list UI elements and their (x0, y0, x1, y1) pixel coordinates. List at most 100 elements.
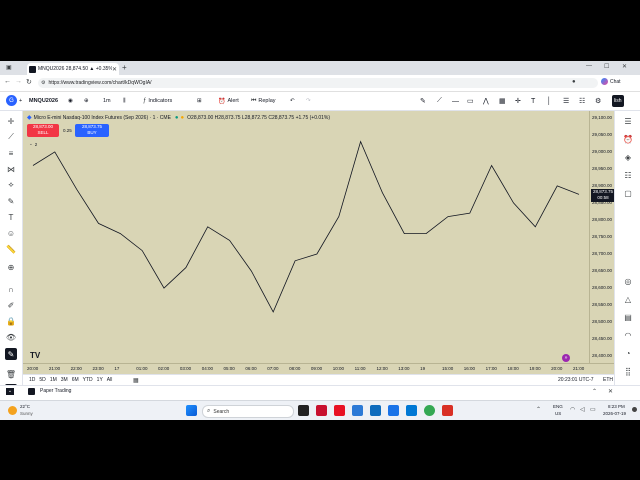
broadcast-icon[interactable]: ◠ (622, 329, 634, 341)
pattern-icon[interactable]: ⋈ (5, 163, 17, 175)
close-window-icon[interactable]: ✕ (622, 63, 627, 70)
settings-icon[interactable]: ⚙ (595, 95, 601, 107)
new-tab-icon[interactable]: + (122, 63, 127, 72)
hide-icon[interactable]: 👁 (5, 331, 17, 343)
mcafee-icon[interactable] (316, 405, 327, 416)
taskbar-search[interactable]: ⌕ Search (202, 405, 294, 418)
lang-indicator[interactable]: ENG (553, 404, 563, 409)
reload-icon[interactable]: ↻ (26, 78, 32, 86)
lock-icon[interactable]: 🔒 (5, 315, 17, 327)
range-button-all[interactable]: All (107, 377, 113, 383)
horizontal-line-icon[interactable]: — (452, 95, 459, 107)
tradingview-logo[interactable]: TV (30, 351, 40, 360)
rectangle-tool-icon[interactable]: ▭ (467, 95, 474, 107)
layouts-icon[interactable]: ⊞ (197, 95, 202, 107)
file-explorer-icon[interactable] (370, 405, 381, 416)
store-icon[interactable] (406, 405, 417, 416)
crosshair-icon[interactable]: ✛ (515, 95, 521, 107)
projection-icon[interactable]: ⟡ (5, 179, 17, 191)
go-to-date-icon[interactable]: ▦ (133, 377, 139, 384)
redo-icon[interactable]: ↷ (306, 95, 311, 107)
price-axis[interactable]: 29,100.00 29,050.00 29,000.00 28,950.00 28,9… (589, 111, 615, 363)
fib-retracement-icon[interactable]: ≡ (5, 147, 17, 159)
interval-button[interactable]: 1m (103, 95, 111, 107)
maximize-icon[interactable]: ☐ (604, 63, 609, 70)
profile-avatar-icon[interactable]: ● (572, 79, 576, 85)
range-button-1m[interactable]: 1M (50, 377, 57, 383)
back-icon[interactable]: ← (4, 78, 11, 85)
range-button-6m[interactable]: 6M (72, 377, 79, 383)
range-button-3m[interactable]: 3M (61, 377, 68, 383)
pattern-tool-icon[interactable]: ⋀ (483, 95, 489, 107)
edge-icon[interactable] (352, 405, 363, 416)
zoom-in-icon[interactable]: ⊕ (5, 261, 17, 273)
fib-grid-icon[interactable]: ▦ (499, 95, 506, 107)
range-button-1y[interactable]: 1Y (97, 377, 103, 383)
sell-button[interactable]: 28,873.00 SELL (27, 124, 59, 137)
buy-button[interactable]: 28,873.75 BUY (75, 124, 109, 137)
site-info-icon[interactable]: ⚙ (41, 80, 45, 86)
text-tool-icon[interactable]: T (531, 95, 535, 107)
trend-line-icon[interactable]: ⟋ (5, 131, 17, 143)
streams-icon[interactable]: △ (622, 293, 634, 305)
ruler-icon[interactable]: 📏 (5, 243, 17, 255)
add-compare-icon[interactable]: ⊕ (84, 95, 89, 107)
forward-icon[interactable]: → (15, 78, 22, 85)
wifi-icon[interactable]: ◠ (570, 406, 575, 413)
taskbar-time[interactable]: 8:23 PM (608, 404, 625, 409)
close-panel-icon[interactable]: ✕ (608, 388, 613, 395)
indicators-toggle[interactable]: ⌄ 2 (29, 141, 37, 147)
symbol-search-button[interactable]: MNQU2026 (29, 95, 58, 107)
brush-icon[interactable]: ✎ (5, 195, 17, 207)
outlook-icon[interactable] (388, 405, 399, 416)
minimize-icon[interactable]: — (586, 63, 592, 69)
browser-tab[interactable]: MNQU2026 28,874.50 ▲ +0.35% ... ✕ (27, 63, 119, 75)
app-icon[interactable] (442, 405, 453, 416)
text-icon[interactable]: T (5, 211, 17, 223)
time-axis[interactable]: 20:00 21:00 22:00 23:00 17 01:00 02:00 03:00 04:… (23, 363, 614, 374)
address-bar[interactable]: ⚙ https://www.tradingview.com/chart/kDqW… (38, 78, 598, 88)
compare-icon[interactable]: ◉ (68, 95, 73, 107)
chart-type-icon[interactable]: ⫼ (123, 95, 126, 107)
start-icon[interactable] (186, 405, 197, 416)
add-symbol-icon[interactable]: + (19, 95, 22, 107)
chart-pane[interactable]: ◆ Micro E-mini Nasdaq-100 Index Futures … (23, 111, 589, 363)
go-to-realtime-icon[interactable]: » (562, 354, 570, 362)
task-view-icon[interactable] (298, 405, 309, 416)
undo-icon[interactable]: ↶ (290, 95, 295, 107)
panel-collapse-icon[interactable]: ⌄ (6, 388, 14, 395)
weather-icon[interactable] (8, 406, 17, 415)
copilot-chat-button[interactable]: Chat (601, 78, 621, 85)
hotlists-icon[interactable]: ☷ (622, 169, 634, 181)
tab-actions-icon[interactable]: ▣ (6, 64, 12, 71)
paper-trading-label[interactable]: Paper Trading (40, 388, 71, 394)
range-button-1d[interactable]: 1D (29, 377, 35, 383)
chat-icon[interactable]: ▢ (622, 187, 634, 199)
chrome-icon[interactable] (424, 405, 435, 416)
app-red-icon[interactable] (334, 405, 345, 416)
calendar-icon[interactable]: ▤ (622, 311, 634, 323)
notifications-icon[interactable]: ◔ (622, 347, 634, 359)
indicators-button[interactable]: ƒ Indicators (143, 95, 172, 107)
help-icon[interactable]: ⣿ (622, 365, 634, 377)
short-position-icon[interactable]: ☷ (579, 95, 585, 107)
maximize-panel-icon[interactable]: ⌃ (592, 388, 597, 395)
range-button-5d[interactable]: 5D (39, 377, 45, 383)
alerts-icon[interactable]: ⏰ (622, 133, 634, 145)
close-tab-icon[interactable]: ✕ (112, 66, 117, 73)
replay-button[interactable]: ⏮ Replay (251, 95, 276, 107)
volume-icon[interactable]: ◁ (580, 406, 585, 413)
data-window-icon[interactable]: ◈ (622, 151, 634, 163)
alert-button[interactable]: ⏰ Alert (218, 95, 239, 107)
watchlist-icon[interactable]: ☰ (622, 115, 634, 127)
range-button-ytd[interactable]: YTD (83, 377, 93, 383)
object-tree-icon[interactable]: ✎ (5, 348, 17, 360)
trendline-tool-icon[interactable]: ⟋ (437, 95, 442, 107)
magnet-icon[interactable]: ∩ (5, 283, 17, 295)
publish-button[interactable]: lish (612, 95, 624, 107)
battery-icon[interactable]: ▭ (590, 406, 596, 413)
vertical-line-icon[interactable]: │ (547, 95, 551, 107)
taskbar-date[interactable]: 2026-07-19 (603, 411, 626, 416)
session-toggle[interactable]: ETH (603, 377, 613, 383)
tray-expand-icon[interactable]: ⌃ (536, 406, 541, 413)
